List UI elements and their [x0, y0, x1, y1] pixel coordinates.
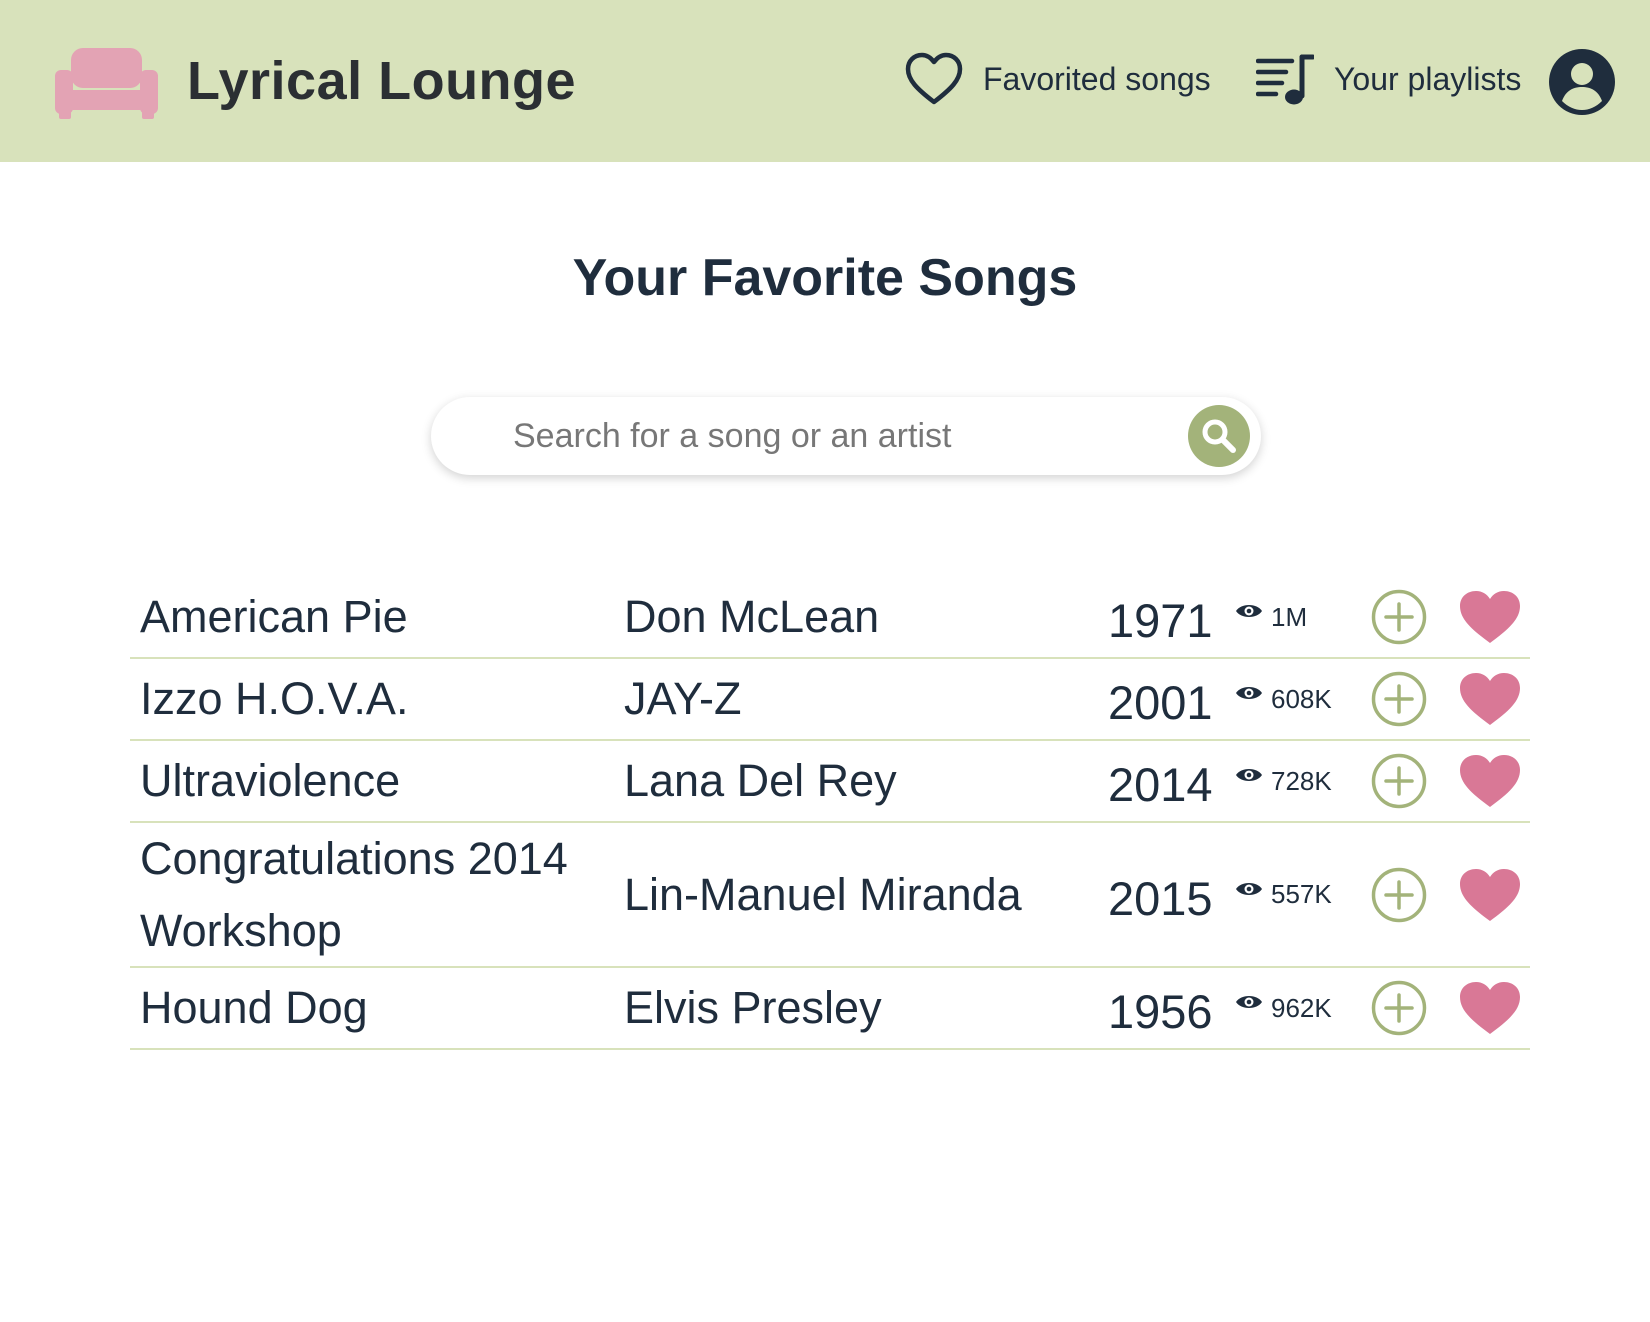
add-to-playlist-button[interactable] — [1371, 589, 1427, 645]
views-count: 608K — [1271, 683, 1332, 714]
eye-icon — [1236, 605, 1262, 617]
song-artist: Elvis Presley — [624, 982, 882, 1033]
favorite-heart-button[interactable] — [1458, 867, 1522, 923]
favorite-heart-button[interactable] — [1458, 671, 1522, 727]
song-artist: Don McLean — [624, 591, 880, 642]
top-navbar: Lyrical Lounge Favorited songs Your play… — [0, 0, 1650, 162]
add-to-playlist-button[interactable] — [1371, 671, 1427, 727]
song-title: Congratulations 2014 Workshop — [140, 832, 568, 956]
views-count: 557K — [1271, 879, 1332, 909]
eye-icon — [1236, 882, 1262, 895]
search-icon — [1202, 419, 1236, 453]
favorite-heart-button[interactable] — [1458, 753, 1522, 809]
sofa-icon — [55, 48, 158, 119]
song-year: 2014 — [1108, 758, 1213, 811]
eye-icon — [1236, 687, 1262, 699]
search-input[interactable] — [513, 409, 1113, 463]
add-to-playlist-button[interactable] — [1371, 867, 1427, 923]
song-artist: Lin-Manuel Miranda — [624, 868, 1022, 920]
favorite-songs-list: American Pie Don McLean 1971 1M Izzo H.O… — [130, 577, 1530, 1050]
song-views: 728K — [1235, 766, 1332, 797]
song-year: 1956 — [1108, 985, 1213, 1038]
song-views: 1M — [1235, 602, 1307, 633]
song-year: 2015 — [1108, 871, 1213, 925]
nav-your-playlists[interactable]: Your playlists — [1256, 52, 1521, 106]
playlist-icon — [1256, 54, 1314, 105]
song-artist: Lana Del Rey — [624, 755, 897, 806]
app-title: Lyrical Lounge — [187, 51, 577, 111]
song-year: 2001 — [1108, 676, 1213, 729]
brand[interactable]: Lyrical Lounge — [55, 44, 576, 119]
song-row[interactable]: Congratulations 2014 Workshop Lin-Manuel… — [130, 823, 1530, 968]
song-views: 962K — [1235, 993, 1332, 1024]
song-row[interactable]: Hound Dog Elvis Presley 1956 962K — [130, 968, 1530, 1050]
song-views: 557K — [1235, 879, 1332, 910]
eye-icon — [1236, 769, 1262, 781]
song-title: American Pie — [140, 591, 408, 642]
search-button[interactable] — [1188, 405, 1250, 467]
favorite-heart-button[interactable] — [1458, 980, 1522, 1036]
song-artist: JAY-Z — [624, 673, 742, 724]
song-row[interactable]: Izzo H.O.V.A. JAY-Z 2001 608K — [130, 659, 1530, 741]
song-row[interactable]: American Pie Don McLean 1971 1M — [130, 577, 1530, 659]
search-bar — [431, 397, 1261, 475]
song-row[interactable]: Ultraviolence Lana Del Rey 2014 728K — [130, 741, 1530, 823]
add-to-playlist-button[interactable] — [1371, 980, 1427, 1036]
song-title: Izzo H.O.V.A. — [140, 673, 409, 724]
views-count: 1M — [1271, 601, 1308, 632]
favorite-heart-button[interactable] — [1458, 589, 1522, 645]
nav-favorited-label: Favorited songs — [983, 60, 1211, 97]
heart-outline-icon — [905, 52, 963, 105]
nav-playlists-label: Your playlists — [1334, 60, 1522, 97]
user-avatar-icon[interactable] — [1549, 49, 1615, 115]
song-views: 608K — [1235, 684, 1332, 715]
views-count: 962K — [1271, 992, 1332, 1023]
song-year: 1971 — [1108, 594, 1213, 647]
views-count: 728K — [1271, 765, 1332, 796]
song-title: Hound Dog — [140, 982, 368, 1033]
add-to-playlist-button[interactable] — [1371, 753, 1427, 809]
nav-favorited-songs[interactable]: Favorited songs — [905, 52, 1211, 106]
eye-icon — [1236, 996, 1262, 1008]
song-title: Ultraviolence — [140, 755, 401, 806]
page-title: Your Favorite Songs — [572, 249, 1078, 307]
